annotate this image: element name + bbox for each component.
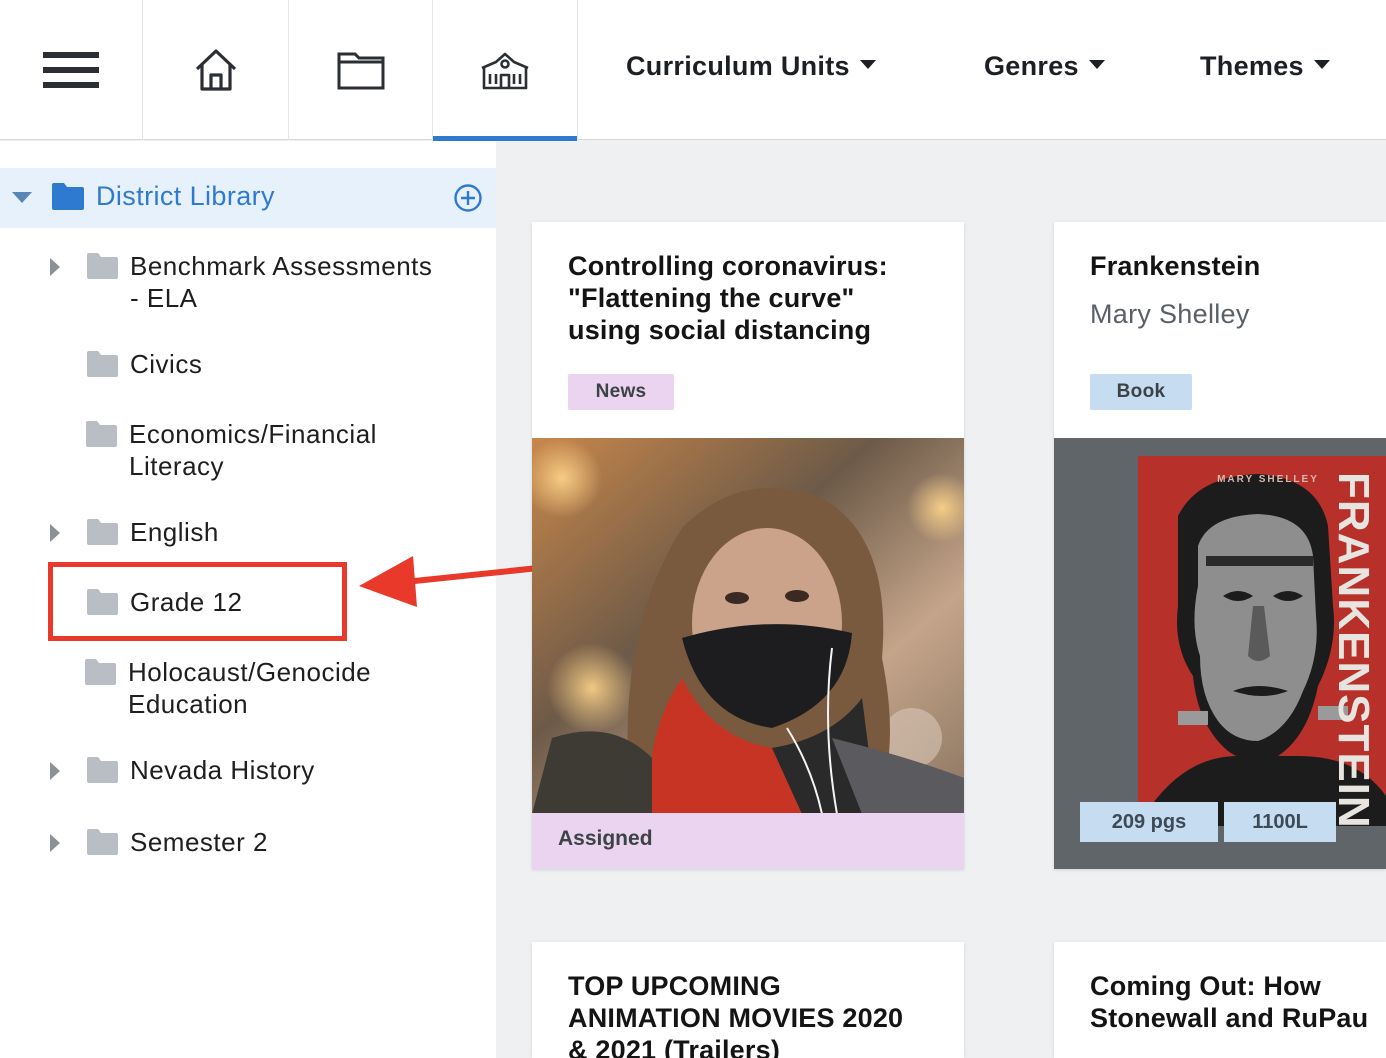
tree-item-civics[interactable]: Civics [0,348,496,388]
tree-item-label: Semester 2 [130,827,268,857]
tree-item-label-cont: - ELA [130,283,198,313]
menu-icon [43,52,99,88]
cover-title-text: FRANKENSTEIN [1329,472,1378,826]
top-navigation-bar: Curriculum Units Genres Themes [0,0,1386,141]
card-title-line: using social distancing [568,315,872,345]
card-title-line: Frankenstein [1090,251,1261,281]
add-circle-icon[interactable] [453,183,483,213]
tree-item-label: English [130,517,219,547]
menu-button[interactable] [0,0,143,140]
tree-item-label-cont: Education [128,689,249,719]
assigned-label: Assigned [558,827,653,850]
card-title-line: TOP UPCOMING [568,971,781,1001]
genre-tag-book: Book [1090,374,1192,410]
chevron-down-icon [859,59,876,69]
card-title[interactable]: Frankenstein [1090,250,1260,282]
tree-item-economics-financial-literacy[interactable]: Economics/Financial Literacy [0,418,496,488]
genres-label: Genres [984,50,1079,81]
tree-item-label: Economics/Financial [129,419,377,449]
card-title-line: & 2021 (Trailers) [568,1035,781,1058]
annotation-highlight-box [48,562,347,641]
library-tab[interactable] [433,0,578,141]
lexile-badge: 1100L [1224,802,1336,842]
folder-icon [87,757,118,783]
card-title[interactable]: TOP UPCOMING ANIMATION MOVIES 2020 & 202… [568,970,903,1058]
content-card-book[interactable]: Frankenstein Mary Shelley Book MARY SHEL… [1054,222,1386,869]
tree-item-holocaust-genocide-education[interactable]: Holocaust/Genocide Education [0,656,496,726]
tree-item-label-cont: Literacy [129,451,225,481]
tree-item-label: Civics [130,349,203,379]
genre-tag-news: News [568,374,674,410]
assignment-status-bar: Assigned [532,813,964,869]
book-cover-image: MARY SHELLEY FRANKENSTEIN [1138,456,1386,826]
tree-root-district-library[interactable]: District Library [0,168,496,228]
card-title-line: "Flattening the curve" [568,283,855,313]
card-title-line: ANIMATION MOVIES 2020 [568,1003,904,1033]
tree-item-label: Holocaust/Genocide [128,657,372,687]
folder-icon [87,519,118,545]
expand-caret-icon[interactable] [50,258,60,276]
themes-label: Themes [1200,50,1304,81]
genres-dropdown[interactable]: Genres [984,44,1105,88]
curriculum-units-label: Curriculum Units [626,50,850,81]
home-tab[interactable] [143,0,289,140]
folder-icon [337,52,384,90]
folder-icon [87,253,118,279]
folder-icon [87,351,118,377]
folder-icon [52,183,84,210]
folder-icon [86,421,117,447]
tree-item-benchmark-assessments[interactable]: Benchmark Assessments - ELA [0,250,496,320]
cover-author-text: MARY SHELLEY [1217,474,1319,485]
card-author: Mary Shelley [1090,299,1250,329]
article-image [532,438,964,814]
expand-caret-icon[interactable] [50,834,60,852]
card-title-line: Stonewall and RuPau [1090,1003,1369,1033]
tree-item-semester-2[interactable]: Semester 2 [0,826,496,866]
chevron-down-icon [1313,59,1330,69]
home-icon [195,49,236,91]
tree-item-label: Benchmark Assessments [130,251,433,281]
expand-caret-icon[interactable] [50,762,60,780]
card-title[interactable]: Coming Out: How Stonewall and RuPau [1090,970,1368,1034]
folder-icon [85,659,116,685]
tree-item-nevada-history[interactable]: Nevada History [0,754,496,794]
library-icon [481,52,529,90]
folder-icon [87,829,118,855]
card-title[interactable]: Controlling coronavirus: "Flattening the… [568,250,888,346]
expand-caret-icon[interactable] [50,524,60,542]
folder-tab[interactable] [289,0,433,140]
content-card-video[interactable]: TOP UPCOMING ANIMATION MOVIES 2020 & 202… [532,942,964,1058]
tree-root-label: District Library [96,181,275,211]
tree-item-label: Nevada History [130,755,315,785]
chevron-down-icon [1088,59,1105,69]
page-count-badge: 209 pgs [1080,802,1218,842]
card-title-line: Controlling coronavirus: [568,251,888,281]
content-card-news[interactable]: Controlling coronavirus: "Flattening the… [532,222,964,869]
themes-dropdown[interactable]: Themes [1200,44,1330,88]
card-title-line: Coming Out: How [1090,971,1321,1001]
content-card-article[interactable]: Coming Out: How Stonewall and RuPau [1054,942,1386,1058]
curriculum-units-dropdown[interactable]: Curriculum Units [626,44,876,88]
collapse-caret-icon[interactable] [12,192,32,203]
